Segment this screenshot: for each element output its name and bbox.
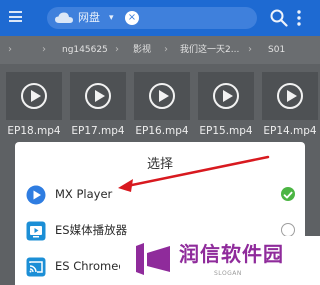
option-mx-player[interactable]: MX Player	[15, 176, 305, 212]
breadcrumb-separator: ›	[248, 44, 252, 55]
breadcrumb-item[interactable]: 我们这一天2...	[180, 42, 239, 58]
video-thumbnail[interactable]	[134, 72, 190, 120]
breadcrumb-item[interactable]: S01	[268, 42, 285, 58]
video-thumbnail[interactable]	[70, 72, 126, 120]
play-icon	[21, 83, 47, 109]
video-thumbnail[interactable]	[262, 72, 318, 120]
breadcrumb-item[interactable]: ng145625	[62, 42, 108, 58]
cast-icon	[26, 257, 46, 277]
breadcrumb-separator: ›	[115, 44, 119, 55]
video-filename: EP15.mp4	[199, 125, 253, 137]
location-pill[interactable]: 网盘 ▾ ×	[47, 7, 257, 29]
brand-slogan: SLOGAN	[214, 270, 242, 277]
brand-name: 润信软件园	[179, 242, 284, 266]
close-icon[interactable]: ×	[125, 11, 139, 25]
option-label: MX Player	[55, 187, 113, 201]
play-icon	[277, 83, 303, 109]
play-icon	[149, 83, 175, 109]
video-filename: EP18.mp4	[7, 125, 61, 137]
play-icon	[85, 83, 111, 109]
brand-logo-icon	[136, 243, 170, 275]
radio-button[interactable]	[281, 223, 295, 237]
video-thumbnail[interactable]	[6, 72, 62, 120]
more-vert-icon[interactable]	[296, 9, 302, 27]
cloud-icon	[55, 12, 73, 23]
play-icon	[213, 83, 239, 109]
breadcrumb: › › ng145625 › 影视 › 我们这一天2... › S01	[0, 36, 320, 64]
menu-icon[interactable]	[9, 11, 22, 22]
breadcrumb-item[interactable]: 影视	[133, 42, 151, 58]
chevron-down-icon[interactable]: ▾	[109, 10, 114, 26]
dialog-title: 选择	[146, 157, 173, 172]
search-icon[interactable]	[270, 9, 288, 27]
option-label: ES媒体播放器	[55, 223, 128, 237]
video-filename: EP14.mp4	[263, 125, 317, 137]
mx-player-icon	[26, 185, 46, 205]
breadcrumb-separator: ›	[8, 44, 12, 55]
breadcrumb-separator: ›	[164, 44, 168, 55]
video-filename: EP16.mp4	[135, 125, 189, 137]
watermark: 润信软件园 SLOGAN	[120, 236, 320, 285]
video-filename: EP17.mp4	[71, 125, 125, 137]
selected-check-icon[interactable]	[281, 187, 295, 201]
location-label: 网盘	[78, 11, 100, 24]
breadcrumb-separator: ›	[42, 44, 46, 55]
video-thumbnail[interactable]	[198, 72, 254, 120]
app-bar: 网盘 ▾ ×	[0, 0, 320, 36]
es-media-player-icon	[26, 221, 46, 241]
